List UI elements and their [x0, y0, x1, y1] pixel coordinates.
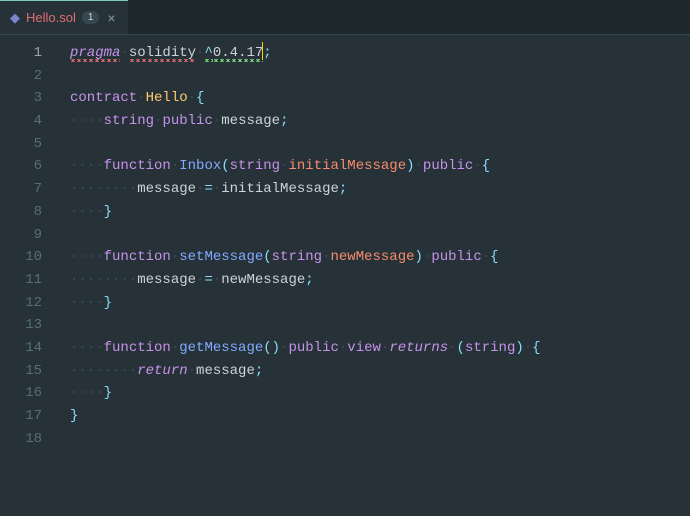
tab-bar: ◆ Hello.sol 1 ×	[0, 0, 690, 35]
code-line[interactable]: ····}	[70, 292, 690, 315]
text-cursor	[262, 42, 263, 60]
line-number: 3	[0, 87, 60, 110]
line-number: 10	[0, 246, 60, 269]
line-number: 1	[0, 42, 60, 65]
line-number: 8	[0, 201, 60, 224]
line-number: 6	[0, 155, 60, 178]
line-number: 7	[0, 178, 60, 201]
line-number: 14	[0, 337, 60, 360]
editor: 123456789101112131415161718 pragma·solid…	[0, 35, 690, 516]
code-line[interactable]	[70, 133, 690, 156]
line-number: 9	[0, 224, 60, 247]
close-icon[interactable]: ×	[105, 10, 117, 26]
code-line[interactable]: ····}	[70, 201, 690, 224]
line-number: 11	[0, 269, 60, 292]
tab-hello-sol[interactable]: ◆ Hello.sol 1 ×	[0, 0, 128, 34]
code-line[interactable]: pragma·solidity·^0.4.17;	[70, 42, 690, 65]
code-line[interactable]: ········message·=·initialMessage;	[70, 178, 690, 201]
code-line[interactable]: ····function·getMessage()·public·view·re…	[70, 337, 690, 360]
code-line[interactable]: ····string·public·message;	[70, 110, 690, 133]
code-line[interactable]: ····function·setMessage(string·newMessag…	[70, 246, 690, 269]
code-line[interactable]: ········message·=·newMessage;	[70, 269, 690, 292]
line-number-gutter: 123456789101112131415161718	[0, 35, 60, 516]
line-number: 17	[0, 405, 60, 428]
line-number: 2	[0, 65, 60, 88]
line-number: 12	[0, 292, 60, 315]
line-number: 4	[0, 110, 60, 133]
code-line[interactable]	[70, 314, 690, 337]
code-line[interactable]	[70, 428, 690, 451]
line-number: 5	[0, 133, 60, 156]
code-line[interactable]	[70, 224, 690, 247]
code-line[interactable]: ····function·Inbox(string·initialMessage…	[70, 155, 690, 178]
line-number: 15	[0, 360, 60, 383]
code-line[interactable]	[70, 65, 690, 88]
ethereum-icon: ◆	[10, 10, 20, 26]
code-line[interactable]: contract·Hello·{	[70, 87, 690, 110]
line-number: 13	[0, 314, 60, 337]
code-line[interactable]: ····}	[70, 382, 690, 405]
line-number: 16	[0, 382, 60, 405]
line-number: 18	[0, 428, 60, 451]
code-line[interactable]: }	[70, 405, 690, 428]
code-line[interactable]: ········return·message;	[70, 360, 690, 383]
tab-problem-badge: 1	[82, 11, 100, 24]
code-area[interactable]: pragma·solidity·^0.4.17; contract·Hello·{…	[60, 35, 690, 516]
tab-filename: Hello.sol	[26, 10, 76, 25]
